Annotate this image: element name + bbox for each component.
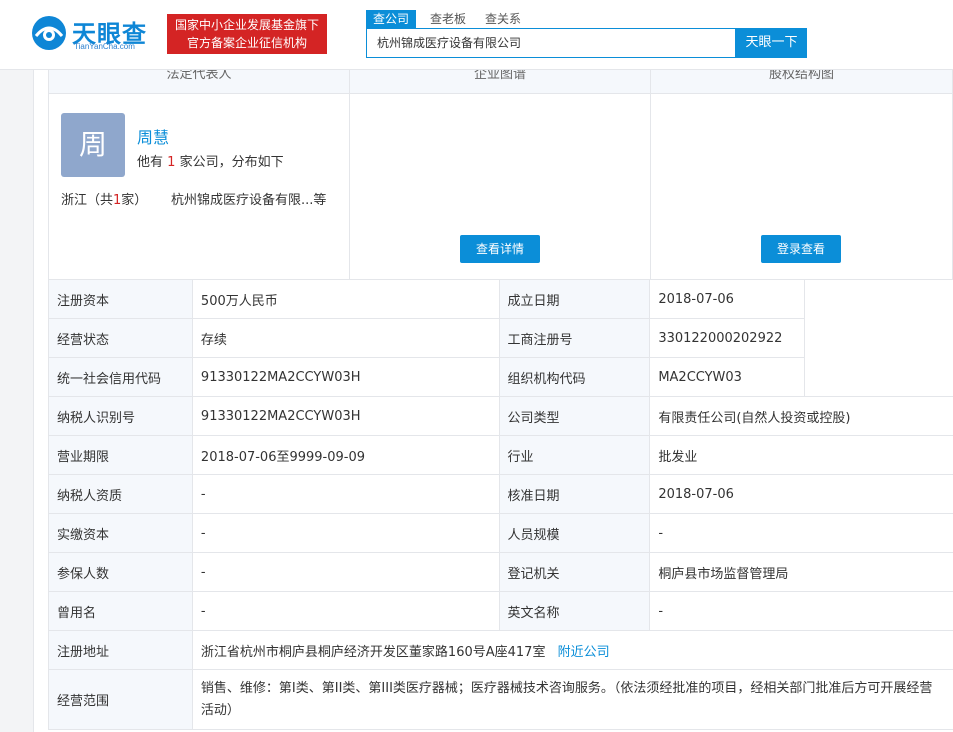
banner-line-1: 国家中小企业发展基金旗下	[174, 18, 319, 32]
reg-no-label: 工商注册号	[498, 318, 651, 358]
tax-qual-value: -	[191, 474, 500, 514]
desc-suffix: 家公司，分布如下	[179, 155, 284, 170]
org-code-label: 组织机构代码	[498, 357, 651, 397]
table-row: 注册地址 浙江省杭州市桐庐县桐庐经济开发区董家路160号A座417室 附近公司	[48, 630, 953, 670]
insured-value: -	[191, 552, 500, 592]
business-info-table: 注册资本 500万人民币 成立日期 2018-07-06 经营状态 存续 工商注…	[48, 279, 953, 730]
table-row: 经营范围 销售、维修：第I类、第II类、第III类医疗器械；医疗器械技术咨询服务…	[48, 669, 953, 730]
staff-label: 人员规模	[498, 513, 651, 553]
view-details-button[interactable]: 查看详情	[460, 235, 540, 263]
est-date-label: 成立日期	[498, 279, 651, 319]
english-name-label: 英文名称	[498, 591, 651, 631]
table-row: 参保人数 - 登记机关 桐庐县市场监督管理局	[48, 552, 953, 592]
table-row: 曾用名 - 英文名称 -	[48, 591, 953, 631]
authority-label: 登记机关	[498, 552, 651, 592]
region-summary: 浙江（共1家）	[61, 189, 147, 208]
search-input[interactable]: 杭州锦成医疗设备有限公司	[366, 28, 736, 58]
table-row: 营业期限 2018-07-06至9999-09-09 行业 批发业	[48, 435, 953, 475]
table-row: 经营状态 存续 工商注册号 330122000202922	[48, 318, 953, 358]
industry-label: 行业	[498, 435, 651, 475]
enterprise-map-card: 企业图谱 查看详情	[350, 70, 651, 280]
logo-subtext: TianYanCha.com	[74, 42, 135, 51]
logo-eye-icon	[32, 16, 66, 50]
banner-line-2: 官方备案企业征信机构	[186, 36, 307, 50]
legal-rep-heading: 法定代表人	[49, 70, 349, 94]
term-value: 2018-07-06至9999-09-09	[191, 435, 500, 475]
reg-capital-value: 500万人民币	[191, 279, 500, 319]
term-label: 营业期限	[48, 435, 193, 475]
empty-cell	[804, 279, 953, 319]
search-button[interactable]: 天眼一下	[736, 28, 807, 58]
table-row: 实缴资本 - 人员规模 -	[48, 513, 953, 553]
legal-rep-card: 法定代表人 周 周慧 他有 1 家公司，分布如下 浙江（共1家） 杭州锦成医疗设…	[49, 70, 350, 280]
scope-label: 经营范围	[48, 669, 193, 730]
empty-cell	[804, 318, 953, 358]
company-count: 1	[167, 155, 176, 170]
legal-rep-name[interactable]: 周慧	[137, 124, 169, 148]
legal-rep-company-count: 他有 1 家公司，分布如下	[137, 151, 284, 170]
authority-value: 桐庐县市场监督管理局	[649, 552, 953, 592]
tax-qual-label: 纳税人资质	[48, 474, 193, 514]
region-prefix: 浙江（共	[61, 193, 114, 208]
former-name-label: 曾用名	[48, 591, 193, 631]
taxpayer-id-value: 91330122MA2CCYW03H	[191, 396, 500, 436]
table-row: 统一社会信用代码 91330122MA2CCYW03H 组织机构代码 MA2CC…	[48, 357, 953, 397]
company-info-panel: 法定代表人 周 周慧 他有 1 家公司，分布如下 浙江（共1家） 杭州锦成医疗设…	[33, 70, 953, 732]
english-name-value: -	[649, 591, 953, 631]
approve-date-value: 2018-07-06	[649, 474, 953, 514]
org-code-value: MA2CCYW03	[649, 357, 806, 397]
reg-no-value: 330122000202922	[649, 318, 806, 358]
desc-prefix: 他有	[137, 155, 164, 170]
status-value: 存续	[191, 318, 500, 358]
paid-capital-value: -	[191, 513, 500, 553]
paid-capital-label: 实缴资本	[48, 513, 193, 553]
insured-label: 参保人数	[48, 552, 193, 592]
credit-code-value: 91330122MA2CCYW03H	[191, 357, 500, 397]
tab-company[interactable]: 查公司	[366, 10, 417, 28]
equity-structure-card: 股权结构图 登录查看	[651, 70, 953, 280]
top-cards: 法定代表人 周 周慧 他有 1 家公司，分布如下 浙江（共1家） 杭州锦成医疗设…	[48, 70, 953, 280]
status-label: 经营状态	[48, 318, 193, 358]
address-value: 浙江省杭州市桐庐县桐庐经济开发区董家路160号A座417室	[200, 644, 546, 660]
region-company-link[interactable]: 杭州锦成医疗设备有限...等	[171, 189, 326, 208]
official-banner[interactable]: 国家中小企业发展基金旗下 官方备案企业征信机构	[167, 14, 327, 54]
approve-date-label: 核准日期	[498, 474, 651, 514]
former-name-value: -	[191, 591, 500, 631]
taxpayer-id-label: 纳税人识别号	[48, 396, 193, 436]
credit-code-label: 统一社会信用代码	[48, 357, 193, 397]
top-header: 天眼查 TianYanCha.com 国家中小企业发展基金旗下 官方备案企业征信…	[0, 0, 953, 70]
company-type-label: 公司类型	[498, 396, 651, 436]
scope-value: 销售、维修：第I类、第II类、第III类医疗器械；医疗器械技术咨询服务。（依法须…	[191, 669, 953, 730]
industry-value: 批发业	[649, 435, 953, 475]
tab-boss[interactable]: 查老板	[430, 10, 466, 28]
tab-relation[interactable]: 查关系	[485, 10, 521, 28]
table-row: 纳税人资质 - 核准日期 2018-07-06	[48, 474, 953, 514]
est-date-value: 2018-07-06	[649, 279, 806, 319]
tianyancha-logo[interactable]: 天眼查 TianYanCha.com	[30, 12, 160, 54]
avatar: 周	[61, 113, 125, 177]
staff-value: -	[649, 513, 953, 553]
company-type-value: 有限责任公司(自然人投资或控股)	[649, 396, 953, 436]
table-row: 注册资本 500万人民币 成立日期 2018-07-06	[48, 279, 953, 319]
region-suffix: 家）	[121, 193, 148, 208]
login-view-button[interactable]: 登录查看	[761, 235, 841, 263]
enterprise-map-heading: 企业图谱	[350, 70, 650, 94]
table-row: 纳税人识别号 91330122MA2CCYW03H 公司类型 有限责任公司(自然…	[48, 396, 953, 436]
nearby-companies-link[interactable]: 附近公司	[558, 645, 610, 660]
address-cell: 浙江省杭州市桐庐县桐庐经济开发区董家路160号A座417室 附近公司	[191, 630, 953, 670]
reg-capital-label: 注册资本	[48, 279, 193, 319]
equity-heading: 股权结构图	[651, 70, 952, 94]
empty-cell	[804, 357, 953, 397]
address-label: 注册地址	[48, 630, 193, 670]
